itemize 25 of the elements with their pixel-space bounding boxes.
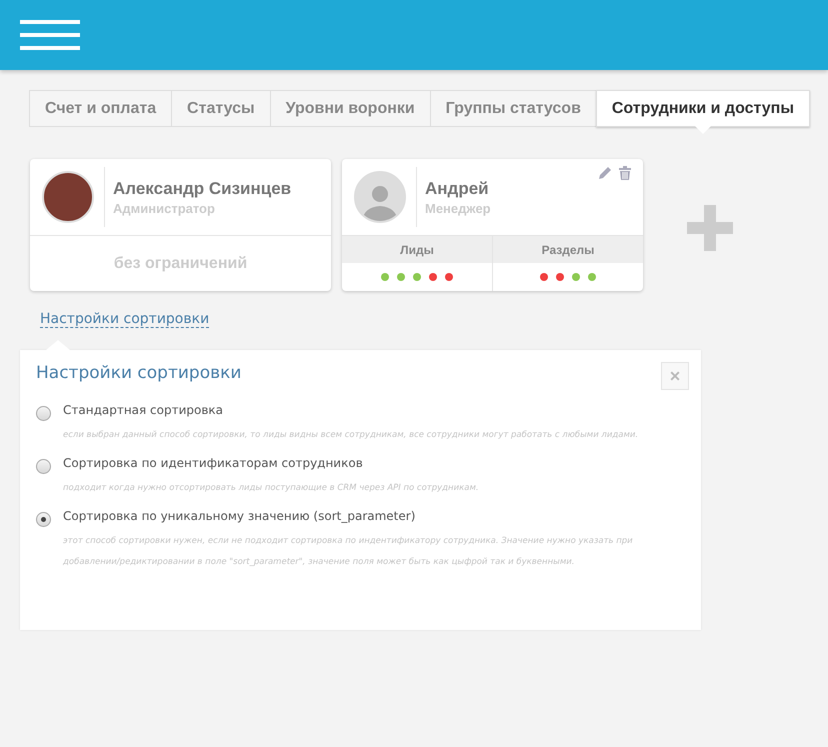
- radio-button[interactable]: [36, 512, 51, 527]
- employee-name: Александр Сизинцев: [113, 178, 292, 198]
- option-description: этот способ сортировки нужен, если не подходит сортировка по индентификатору сотрудника. Значение нужно указать при добавлении/редиктировании в поле "sort_parameter", значение поля может быть как цыфрой так и буквенными.: [63, 535, 634, 569]
- tab[interactable]: Группы статусов: [430, 90, 597, 127]
- tab[interactable]: Счет и оплата: [29, 90, 172, 127]
- column-header: Разделы: [493, 236, 643, 263]
- employee-name: Андрей: [425, 178, 490, 198]
- column-header: Лиды: [342, 236, 492, 263]
- option-description: если выбран данный способ сортировки, то лиды видны всем сотрудникам, все сотрудники могут работать с любыми лидами.: [63, 429, 638, 442]
- sort-settings-link[interactable]: Настройки сортировки: [40, 311, 210, 328]
- tab[interactable]: Статусы: [171, 90, 271, 127]
- radio-button[interactable]: [36, 459, 51, 474]
- close-button[interactable]: ×: [661, 362, 689, 390]
- trash-icon[interactable]: [617, 165, 633, 181]
- option-label: Сортировка по уникальному значению (sort_parameter): [63, 509, 416, 523]
- panel-title: Настройки сортировки: [36, 363, 242, 383]
- tab-pointer: [694, 126, 711, 134]
- radio-button[interactable]: [36, 406, 51, 421]
- option-label: Стандартная сортировка: [63, 403, 224, 417]
- plus-icon[interactable]: [687, 205, 733, 251]
- option-label: Сортировка по идентификаторам сотрудников: [63, 456, 364, 470]
- tab[interactable]: Уровни воронки: [270, 90, 431, 127]
- menu-icon[interactable]: [20, 20, 80, 50]
- option-description: подходит когда нужно отсортировать лиды поступающие в CRM через API по сотрудникам.: [63, 482, 479, 495]
- pencil-icon[interactable]: [597, 165, 613, 181]
